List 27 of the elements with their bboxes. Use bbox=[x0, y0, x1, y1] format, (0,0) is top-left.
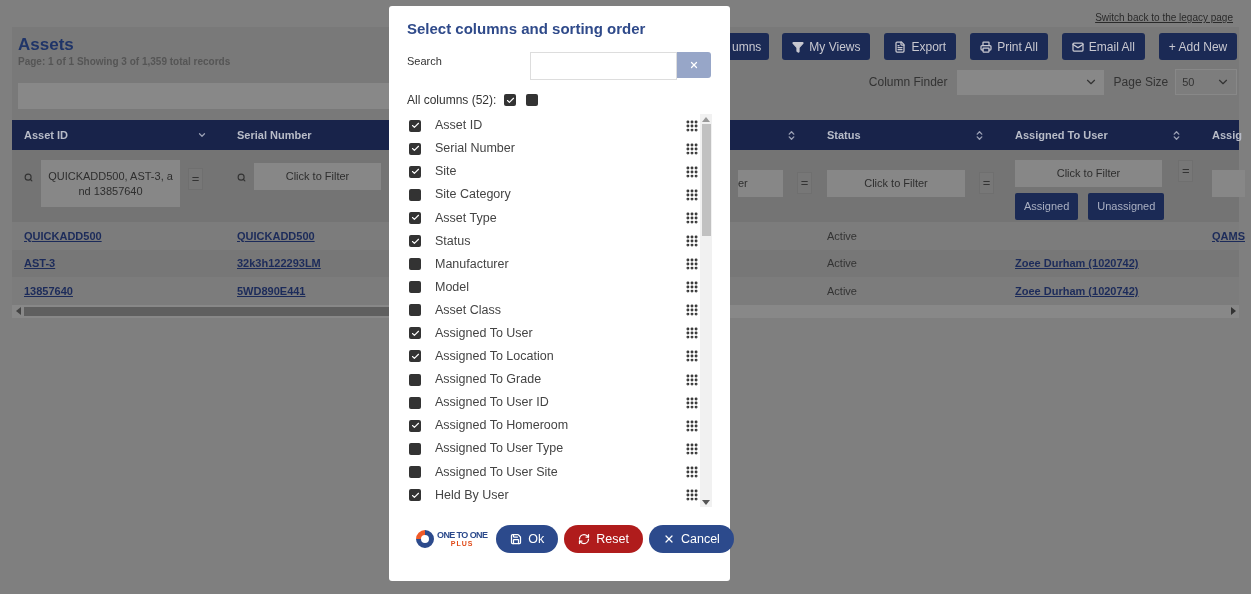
column-option: Assigned To User ID bbox=[435, 393, 685, 413]
status-text: Active bbox=[827, 283, 857, 299]
status-text: Active bbox=[827, 228, 857, 244]
column-option: Assigned To User bbox=[435, 324, 685, 343]
column-option: Serial Number bbox=[435, 139, 685, 158]
column-option: Manufacturer bbox=[435, 254, 685, 274]
all-columns-label: All columns (52): bbox=[407, 92, 497, 109]
column-option: Assigned To Location bbox=[435, 347, 685, 366]
search-label: Search bbox=[407, 54, 443, 69]
page-size-label: Page Size bbox=[1113, 74, 1169, 91]
column-option: Assigned To User Type bbox=[435, 439, 685, 459]
column-option: Held By User bbox=[435, 485, 685, 505]
column-option: Status bbox=[435, 231, 685, 251]
page-title: Assets bbox=[18, 35, 75, 55]
column-option: Asset Class bbox=[435, 300, 685, 320]
logo-name: ONE TO ONE bbox=[437, 531, 488, 540]
column-option: Site Category bbox=[435, 185, 685, 205]
column-option: Asset ID bbox=[435, 116, 685, 135]
column-option: Assigned To User Site bbox=[435, 462, 685, 482]
column-option: Asset Type bbox=[435, 208, 685, 228]
dialog-title: Select columns and sorting order bbox=[407, 20, 647, 38]
column-option: Assigned To Grade bbox=[435, 370, 685, 389]
column-option: Assigned To Homeroom bbox=[435, 416, 685, 436]
column-option: Site bbox=[435, 162, 685, 182]
column-option: Model bbox=[435, 277, 685, 297]
status-text: Active bbox=[827, 256, 857, 271]
column-finder-label: Column Finder bbox=[868, 74, 948, 91]
